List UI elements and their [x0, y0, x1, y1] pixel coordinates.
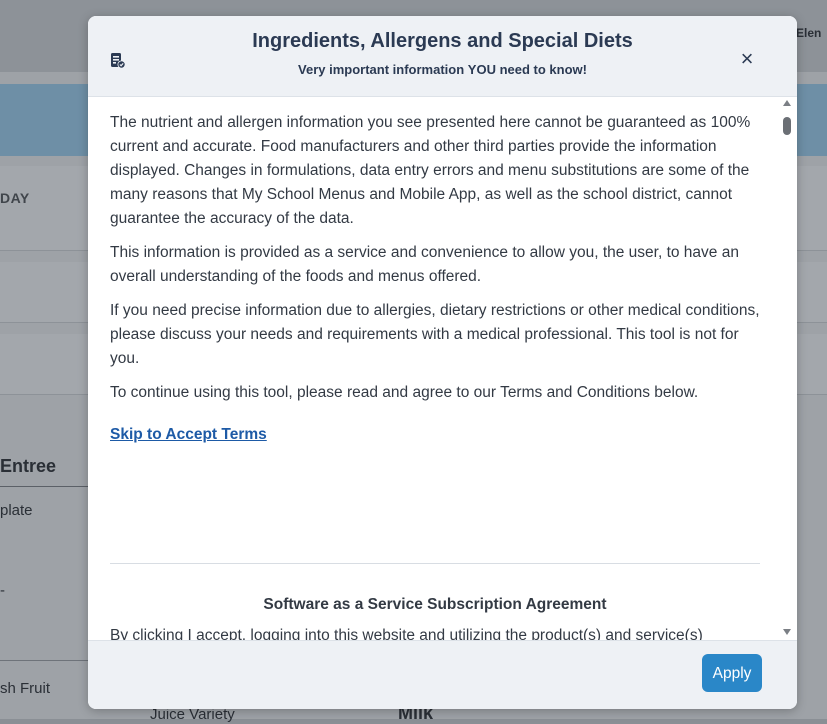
skip-to-accept-terms-link[interactable]: Skip to Accept Terms [110, 423, 267, 447]
dialog-scrollbar[interactable] [780, 97, 794, 640]
disclaimer-text: The nutrient and allergen information yo… [110, 111, 760, 447]
background-menu-item: sh Fruit [0, 680, 51, 697]
close-button[interactable]: × [733, 46, 761, 74]
background-day-label: DAY [0, 190, 30, 206]
disclaimer-paragraph: To continue using this tool, please read… [110, 384, 699, 401]
background-header-text: Elen [796, 26, 822, 40]
dialog-title: Ingredients, Allergens and Special Diets [252, 30, 633, 52]
dialog-subtitle: Very important information YOU need to k… [298, 62, 587, 77]
scroll-down-arrow-icon[interactable] [783, 629, 791, 635]
scroll-up-arrow-icon[interactable] [783, 100, 791, 106]
dialog-header: Ingredients, Allergens and Special Diets… [88, 16, 797, 97]
dialog-footer: Apply [88, 640, 797, 709]
disclaimer-paragraph: If you need precise information due to a… [110, 302, 760, 367]
disclaimer-paragraph: This information is provided as a servic… [110, 244, 739, 285]
background-entree-heading: Entree [0, 456, 57, 476]
background-menu-item: plate [0, 502, 33, 519]
agreement-title: Software as a Service Subscription Agree… [263, 596, 607, 613]
background-divider [0, 660, 88, 661]
document-check-icon [111, 53, 126, 69]
dialog-body[interactable]: The nutrient and allergen information yo… [88, 97, 797, 640]
scroll-thumb[interactable] [783, 117, 791, 135]
disclaimer-paragraph: The nutrient and allergen information yo… [110, 114, 751, 227]
allergen-info-dialog: Ingredients, Allergens and Special Diets… [88, 16, 797, 709]
section-divider [110, 563, 760, 564]
agreement-text-partial: By clicking I accept, logging into this … [110, 627, 703, 640]
background-menu-item: - [0, 582, 5, 599]
background-divider [0, 486, 88, 487]
apply-button[interactable]: Apply [702, 654, 762, 692]
